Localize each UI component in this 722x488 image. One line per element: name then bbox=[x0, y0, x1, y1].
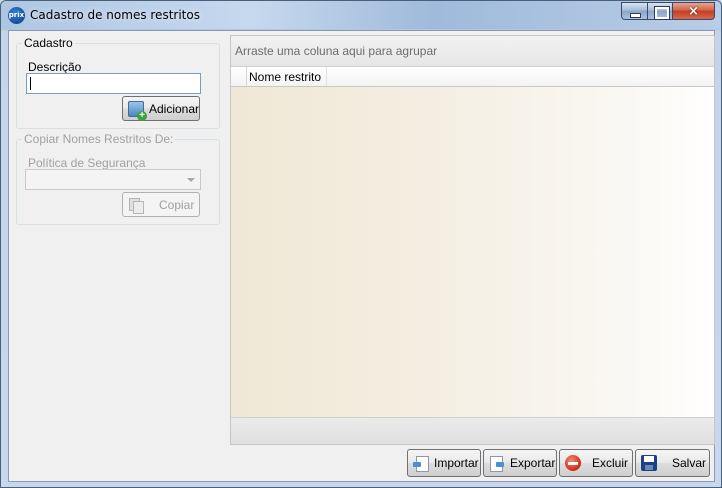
chevron-down-icon bbox=[187, 178, 195, 182]
window-title: Cadastro de nomes restritos bbox=[30, 8, 200, 22]
excluir-label: Excluir bbox=[592, 456, 629, 470]
row-indicator-header bbox=[231, 67, 247, 86]
window-controls: × bbox=[621, 2, 715, 20]
salvar-button[interactable]: Salvar bbox=[635, 449, 710, 477]
exportar-button[interactable]: Exportar bbox=[483, 449, 557, 477]
delete-icon bbox=[565, 455, 581, 471]
copy-icon bbox=[128, 197, 144, 214]
grid-body[interactable] bbox=[231, 87, 714, 417]
grid-header-row: Nome restrito bbox=[231, 66, 714, 87]
politica-label: Política de Segurança bbox=[28, 156, 146, 170]
app-logo-icon: prix bbox=[8, 7, 25, 24]
minimize-button[interactable] bbox=[621, 2, 647, 20]
adicionar-button[interactable]: Adicionar bbox=[122, 96, 200, 121]
importar-button[interactable]: Importar bbox=[407, 449, 481, 477]
copiar-label: Copiar bbox=[159, 197, 195, 212]
politica-select[interactable] bbox=[25, 169, 201, 190]
form-client-area: Cadastro Descrição Adicionar Copiar Nome… bbox=[8, 30, 715, 482]
adicionar-label: Adicionar bbox=[149, 101, 200, 116]
close-button[interactable]: × bbox=[672, 2, 715, 20]
text-caret bbox=[30, 77, 31, 91]
export-icon bbox=[489, 455, 505, 472]
restricted-names-grid[interactable]: Arraste uma coluna aqui para agrupar Nom… bbox=[230, 35, 715, 445]
group-by-panel[interactable]: Arraste uma coluna aqui para agrupar bbox=[231, 36, 714, 66]
import-icon bbox=[413, 455, 429, 472]
add-item-icon bbox=[128, 100, 147, 121]
importar-label: Importar bbox=[434, 456, 479, 470]
cadastro-legend: Cadastro bbox=[22, 36, 75, 50]
descricao-input[interactable] bbox=[26, 73, 201, 94]
maximize-button[interactable] bbox=[647, 2, 672, 20]
cadastro-group: Cadastro Descrição Adicionar bbox=[16, 36, 220, 129]
title-bar[interactable]: prix Cadastro de nomes restritos × bbox=[1, 1, 721, 29]
grid-footer bbox=[231, 417, 714, 444]
excluir-button[interactable]: Excluir bbox=[559, 449, 633, 477]
copiar-group: Copiar Nomes Restritos De: Política de S… bbox=[16, 132, 220, 225]
save-icon bbox=[641, 455, 657, 471]
descricao-label: Descrição bbox=[28, 60, 82, 74]
close-icon: × bbox=[688, 4, 699, 19]
copiar-button[interactable]: Copiar bbox=[122, 192, 200, 217]
main-window: prix Cadastro de nomes restritos × Cadas… bbox=[0, 0, 722, 488]
salvar-label: Salvar bbox=[672, 456, 707, 470]
exportar-label: Exportar bbox=[510, 456, 556, 470]
column-header-nome-restrito[interactable]: Nome restrito bbox=[247, 67, 327, 86]
copiar-legend: Copiar Nomes Restritos De: bbox=[22, 132, 176, 146]
